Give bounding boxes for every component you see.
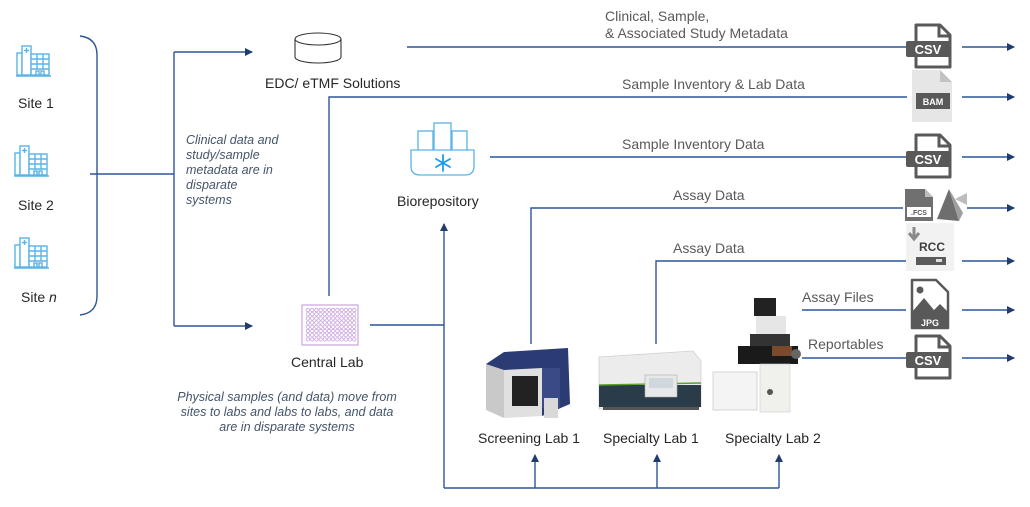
specialty-lab-1-label: Specialty Lab 1 xyxy=(603,430,699,446)
hospital-icon xyxy=(16,45,51,77)
site-n-label: Site n xyxy=(21,289,57,305)
site-2-label: Site 2 xyxy=(18,197,54,213)
central-lab-label: Central Lab xyxy=(291,354,364,370)
note-line: systems xyxy=(186,193,232,207)
flow-label-line: & Associated Study Metadata xyxy=(605,25,788,41)
note-line: are in disparate systems xyxy=(219,420,355,434)
flow-label-6: Assay Files xyxy=(802,289,874,305)
flow-label-2: Sample Inventory & Lab Data xyxy=(622,76,805,92)
note-line: metadata are in xyxy=(186,163,273,177)
file-type-text: CSV xyxy=(915,353,942,368)
biorepository-label: Biorepository xyxy=(397,193,479,209)
flow-label-1: Clinical, Sample, & Associated Study Met… xyxy=(605,8,788,42)
note-line: Physical samples (and data) move from xyxy=(177,390,397,404)
specialty-lab-2-label: Specialty Lab 2 xyxy=(725,430,821,446)
microscope-icon xyxy=(712,298,801,413)
csv-file-icon: CSV xyxy=(906,133,952,179)
edc-label: EDC/ eTMF Solutions xyxy=(265,75,401,91)
physical-samples-note: Physical samples (and data) move from si… xyxy=(176,390,398,435)
flow-label-line: Clinical, Sample, xyxy=(605,8,710,24)
analyzer-instrument-icon xyxy=(598,350,702,410)
file-type-text: RCC xyxy=(919,240,945,254)
site-n-variable: n xyxy=(49,289,57,305)
file-type-text: CSV xyxy=(915,152,942,167)
note-line: study/sample xyxy=(186,148,260,162)
rcc-file-icon: RCC xyxy=(906,223,954,271)
sites-bracket xyxy=(79,35,98,316)
hospital-icon xyxy=(14,145,49,177)
flow-label-5: Assay Data xyxy=(673,240,745,256)
fcs-file-icon: .FCS xyxy=(905,189,967,221)
file-type-text: CSV xyxy=(915,42,942,57)
flow-label-4: Assay Data xyxy=(673,187,745,203)
file-type-text: BAM xyxy=(923,97,944,107)
csv-file-icon: CSV xyxy=(906,23,952,69)
note-line: Clinical data and xyxy=(186,133,279,147)
data-flow-diagram: Site 1 Site 2 Site n EDC/ eTMF Solutions… xyxy=(0,0,1030,507)
jpg-file-icon: JPG xyxy=(910,278,950,330)
flow-label-3: Sample Inventory Data xyxy=(622,136,765,152)
note-line: sites to labs and labs to labs, and data xyxy=(180,405,394,419)
database-icon xyxy=(294,32,342,64)
hospital-icon xyxy=(14,237,49,269)
site-n-prefix: Site xyxy=(21,289,50,305)
flow-cytometer-icon xyxy=(486,348,570,418)
file-type-text: .FCS xyxy=(911,210,927,217)
screening-lab-1-label: Screening Lab 1 xyxy=(478,430,580,446)
note-line: disparate xyxy=(186,178,238,192)
file-type-text: JPG xyxy=(921,318,939,328)
bam-file-icon: BAM xyxy=(912,70,952,122)
site-1-label: Site 1 xyxy=(18,95,54,111)
clinical-data-note: Clinical data and study/sample metadata … xyxy=(186,133,278,208)
well-plate-icon xyxy=(301,304,359,346)
csv-file-icon: CSV xyxy=(906,334,952,380)
freezer-icon xyxy=(410,122,475,176)
flow-label-7: Reportables xyxy=(808,336,884,352)
